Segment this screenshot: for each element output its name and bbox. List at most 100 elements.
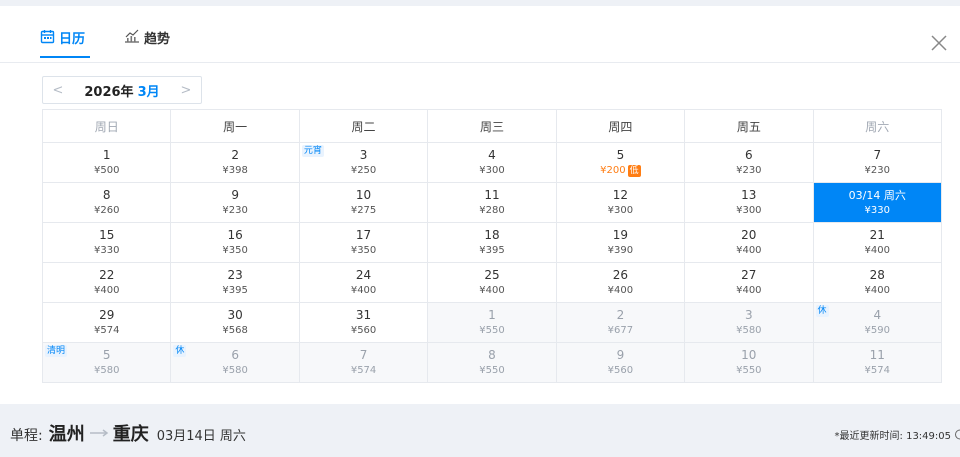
calendar-day-cell[interactable]: 11 ¥574 <box>812 342 943 383</box>
day-price: ¥590 <box>814 324 941 338</box>
price-value: ¥300 <box>479 164 505 176</box>
calendar-day-cell[interactable]: 6 ¥230 <box>684 142 814 183</box>
day-price: ¥260 <box>43 204 170 218</box>
price-value: ¥400 <box>864 284 890 296</box>
calendar-day-cell[interactable]: 29 ¥574 <box>41 302 172 343</box>
price-value: ¥580 <box>93 364 120 376</box>
calendar-week-row: 8 ¥260 9 ¥230 10 ¥275 11 ¥280 12 ¥300 13 ¥300 03/14 … <box>41 182 943 223</box>
day-number: 2 <box>231 147 239 162</box>
day-price: ¥330 <box>43 244 170 258</box>
price-value: ¥350 <box>350 244 377 256</box>
calendar-day-cell[interactable]: 26 ¥400 <box>555 262 686 303</box>
day-price: ¥574 <box>43 324 170 338</box>
price-value: ¥300 <box>736 204 762 216</box>
day-number: 12 <box>612 187 629 202</box>
day-number: 29 <box>99 307 115 322</box>
calendar-day-cell[interactable]: 15 ¥330 <box>41 222 172 263</box>
calendar-day-cell[interactable]: 12 ¥300 <box>555 182 686 223</box>
calendar-day-cell[interactable]: 4 ¥300 <box>427 142 557 183</box>
calendar-day-cell[interactable]: 30 ¥568 <box>170 302 300 343</box>
price-value: ¥590 <box>864 324 890 336</box>
day-price: ¥550 <box>685 364 812 378</box>
calendar-day-cell[interactable]: 18 ¥395 <box>427 222 557 263</box>
calendar-day-cell[interactable]: 1 ¥550 <box>427 302 557 343</box>
calendar-day-cell[interactable]: 5 ¥200 低 <box>555 142 686 183</box>
price-value: ¥395 <box>479 244 505 256</box>
calendar-day-cell[interactable]: 9 ¥560 <box>555 342 686 383</box>
route-arrow-icon <box>89 429 108 437</box>
price-value: ¥550 <box>479 364 505 376</box>
price-value: ¥400 <box>607 284 634 296</box>
price-value: ¥250 <box>350 164 377 176</box>
calendar-day-cell[interactable]: 休 6 ¥580 <box>170 342 300 383</box>
lowest-price-badge: 低 <box>627 164 641 177</box>
day-number: 1 <box>488 307 496 322</box>
price-value: ¥677 <box>607 324 634 336</box>
calendar-day-cell-selected[interactable]: 03/14 周六 ¥330 <box>812 182 943 223</box>
calendar-day-cell[interactable]: 11 ¥280 <box>427 182 557 223</box>
calendar-day-cell[interactable]: 27 ¥400 <box>684 262 814 303</box>
day-price: ¥550 <box>428 324 555 338</box>
calendar-day-cell[interactable]: 10 ¥550 <box>684 342 814 383</box>
departure-date: 03月14日 周六 <box>156 429 246 444</box>
calendar-day-cell[interactable]: 1 ¥500 <box>41 142 172 183</box>
weekday-header: 周五 <box>684 109 814 143</box>
calendar-day-cell[interactable]: 2 ¥398 <box>170 142 300 183</box>
year-label: 2026年 <box>84 84 134 100</box>
day-price: ¥390 <box>557 244 684 258</box>
calendar-day-cell[interactable]: 19 ¥390 <box>555 222 686 263</box>
calendar-day-cell[interactable]: 13 ¥300 <box>684 182 814 223</box>
next-month-button[interactable]: > <box>171 77 201 103</box>
trip-summary: 单程: 温州 重庆 03月14日 周六 <box>10 420 246 446</box>
close-button[interactable] <box>928 32 950 54</box>
tab-trend[interactable]: 趋势 <box>124 28 170 58</box>
weekday-header: 周三 <box>427 109 557 143</box>
last-updated: *最近更新时间: 13:49:05 <box>835 427 960 442</box>
calendar-day-cell[interactable]: 21 ¥400 <box>812 222 943 263</box>
calendar-day-cell[interactable]: 2 ¥677 <box>555 302 686 343</box>
price-value: ¥574 <box>864 364 890 376</box>
day-price: ¥398 <box>171 164 298 178</box>
calendar-day-cell[interactable]: 休 4 ¥590 <box>812 302 943 343</box>
calendar-day-cell[interactable]: 31 ¥560 <box>298 302 429 343</box>
holiday-tag: 清明 <box>45 345 68 357</box>
day-price: ¥560 <box>300 324 427 338</box>
calendar-day-cell[interactable]: 17 ¥350 <box>298 222 429 263</box>
day-number: 25 <box>484 267 500 282</box>
calendar-day-cell[interactable]: 24 ¥400 <box>298 262 429 303</box>
calendar-day-cell[interactable]: 元宵 3 ¥250 <box>298 142 429 183</box>
month-label: 3月 <box>137 84 160 100</box>
calendar-week-row: 清明 5 ¥580 休 6 ¥580 7 ¥574 8 ¥550 9 ¥560 10 ¥550 11 ¥574 <box>41 342 943 383</box>
calendar-day-cell[interactable]: 7 ¥574 <box>298 342 429 383</box>
chevron-left-icon: < <box>52 82 64 98</box>
info-icon[interactable] <box>954 429 960 440</box>
day-number: 9 <box>616 347 625 362</box>
day-number: 18 <box>484 227 500 242</box>
day-price: ¥574 <box>814 364 941 378</box>
calendar-day-cell[interactable]: 10 ¥275 <box>298 182 429 223</box>
price-value: ¥230 <box>864 164 890 176</box>
calendar-day-cell[interactable]: 8 ¥550 <box>427 342 557 383</box>
holiday-tag: 元宵 <box>301 145 324 157</box>
day-price: ¥400 <box>300 284 427 298</box>
day-price: ¥350 <box>171 244 298 258</box>
prev-month-button[interactable]: < <box>43 77 73 103</box>
day-number: 6 <box>745 147 753 162</box>
calendar-day-cell[interactable]: 28 ¥400 <box>812 262 943 303</box>
weekday-header-row: 周日 周一 周二 周三 周四 周五 周六 <box>41 109 943 143</box>
calendar-day-cell[interactable]: 8 ¥260 <box>41 182 172 223</box>
calendar-day-cell[interactable]: 22 ¥400 <box>41 262 172 303</box>
tab-calendar[interactable]: 日历 <box>40 28 85 58</box>
day-number: 20 <box>741 227 757 242</box>
calendar-day-cell[interactable]: 清明 5 ¥580 <box>41 342 172 383</box>
day-price: ¥280 <box>428 204 555 218</box>
arrival-city: 重庆 <box>112 424 149 445</box>
calendar-day-cell[interactable]: 7 ¥230 <box>812 142 943 183</box>
calendar-day-cell[interactable]: 23 ¥395 <box>170 262 300 303</box>
calendar-day-cell[interactable]: 3 ¥580 <box>684 302 814 343</box>
calendar-day-cell[interactable]: 20 ¥400 <box>684 222 814 263</box>
calendar-day-cell[interactable]: 9 ¥230 <box>170 182 300 223</box>
calendar-day-cell[interactable]: 16 ¥350 <box>170 222 300 263</box>
calendar-day-cell[interactable]: 25 ¥400 <box>427 262 557 303</box>
day-price: ¥395 <box>171 284 298 298</box>
